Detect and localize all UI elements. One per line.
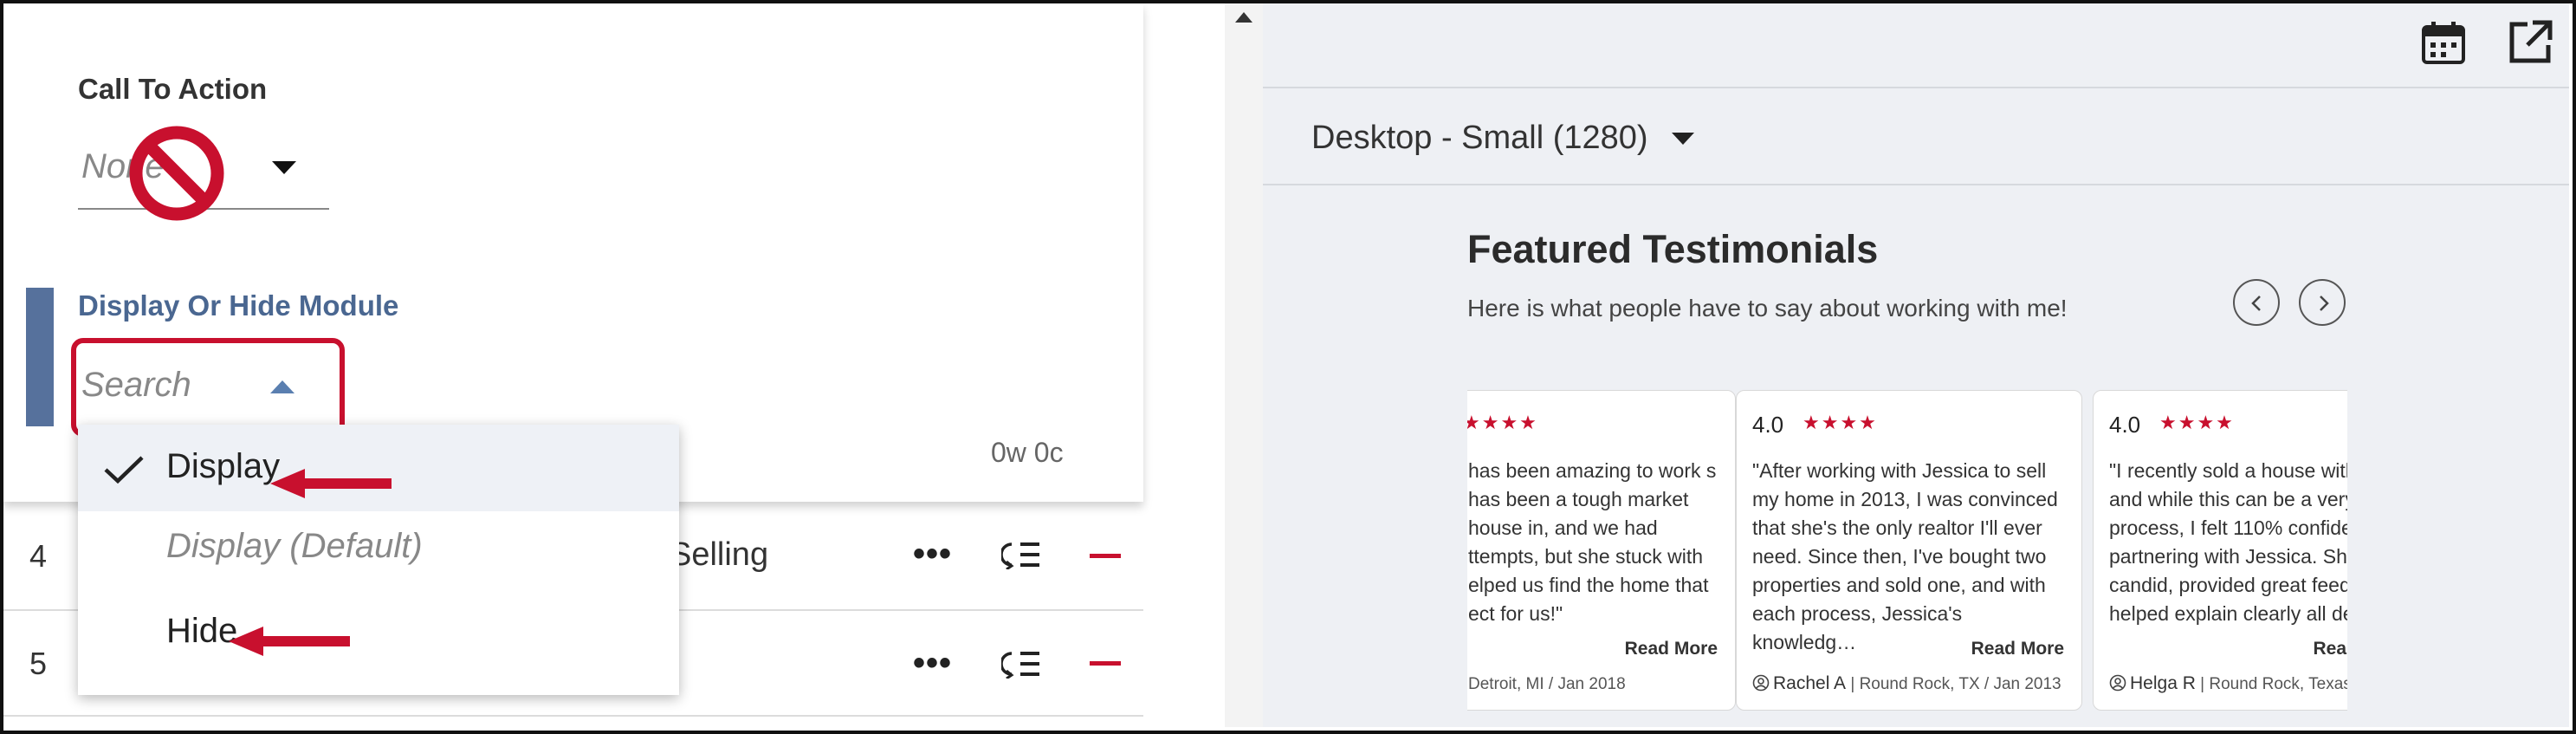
red-arrow-icon (270, 469, 392, 498)
testimonials-title: Featured Testimonials (1467, 227, 1879, 271)
reorder-icon[interactable] (1001, 540, 1041, 569)
card-meta: Round Rock, Texas / (2209, 675, 2347, 693)
call-to-action-label: Call To Action (78, 73, 268, 105)
calendar-icon[interactable] (2420, 19, 2467, 66)
annotation-highlight-box (71, 338, 345, 437)
no-symbol-icon (129, 126, 224, 221)
option-display-default[interactable]: Display (Default) (78, 511, 679, 598)
scrollbar[interactable] (1225, 3, 1263, 727)
testimonial-card[interactable]: 4.0 ★★★★ "I recently sold a house with a… (2093, 390, 2347, 711)
caret-down-icon[interactable] (1672, 133, 1694, 145)
option-label: Hide (166, 612, 238, 650)
option-hide[interactable]: Hide (78, 594, 679, 681)
viewport-label: Desktop - Small (1280) (1311, 120, 1648, 156)
card-quote: "I recently sold a house with and while … (2109, 459, 2347, 625)
card-stars: ★★★★ (1803, 412, 1878, 433)
carousel-prev-button[interactable] (2233, 279, 2280, 326)
testimonial-card[interactable]: ★★★★ has been amazing to work s has been… (1467, 390, 1736, 711)
testimonial-card[interactable]: 4.0 ★★★★ "After working with Jessica to … (1736, 390, 2082, 711)
external-link-icon[interactable] (2507, 19, 2553, 66)
checkmark-icon (104, 456, 144, 484)
option-label: Display (Default) (166, 527, 423, 565)
card-meta: Detroit, MI / Jan 2018 (1468, 675, 1626, 693)
testimonial-carousel: ★★★★ has been amazing to work s has been… (1467, 390, 2347, 716)
active-field-indicator (26, 288, 54, 426)
chevron-left-icon (2251, 296, 2261, 311)
preview-toolbar (1263, 3, 2569, 88)
display-hide-label: Display Or Hide Module (78, 289, 399, 322)
more-options-icon[interactable]: ••• (913, 535, 952, 574)
user-icon (2109, 674, 2126, 692)
more-options-icon[interactable]: ••• (913, 644, 952, 683)
display-hide-dropdown: Display Display (Default) Hide (78, 425, 679, 695)
chevron-right-icon (2320, 296, 2329, 311)
card-author: Detroit, MI / Jan 2018 (1468, 673, 1626, 694)
remove-icon[interactable] (1090, 661, 1121, 666)
word-char-counter: 0w 0c (991, 437, 1064, 468)
user-icon (1752, 674, 1770, 692)
read-more-link[interactable]: Rea (2313, 639, 2346, 659)
caret-down-icon[interactable] (272, 161, 296, 174)
card-quote: "After working with Jessica to sell my h… (1752, 459, 2058, 653)
red-arrow-icon (229, 627, 350, 656)
card-rating: 4.0 (1752, 412, 1784, 438)
scroll-up-icon[interactable] (1235, 12, 1252, 23)
panel-gutter (1143, 3, 1225, 727)
card-rating: 4.0 (2109, 412, 2141, 438)
read-more-link[interactable]: Read More (1971, 639, 2064, 659)
preview-pane: Desktop - Small (1280) Featured Testimon… (1263, 3, 2569, 727)
viewport-selector[interactable]: Desktop - Small (1280) (1263, 88, 2569, 185)
option-label: Display (166, 447, 281, 485)
card-author: Rachel A | Round Rock, TX / Jan 2013 (1752, 673, 2061, 694)
remove-icon[interactable] (1090, 554, 1121, 558)
reorder-icon[interactable] (1001, 649, 1041, 679)
row-number: 5 (29, 646, 48, 681)
row-number: 4 (29, 538, 48, 574)
card-stars: ★★★★ (1467, 412, 1538, 433)
read-more-link[interactable]: Read More (1625, 639, 1718, 659)
card-stars: ★★★★ (2159, 412, 2235, 433)
carousel-next-button[interactable] (2299, 279, 2346, 326)
card-author: Helga R | Round Rock, Texas / (2109, 673, 2347, 694)
testimonials-subtitle: Here is what people have to say about wo… (1467, 295, 2068, 322)
card-meta: Round Rock, TX / Jan 2013 (1859, 675, 2061, 693)
card-quote: has been amazing to work s has been a to… (1468, 459, 1717, 625)
